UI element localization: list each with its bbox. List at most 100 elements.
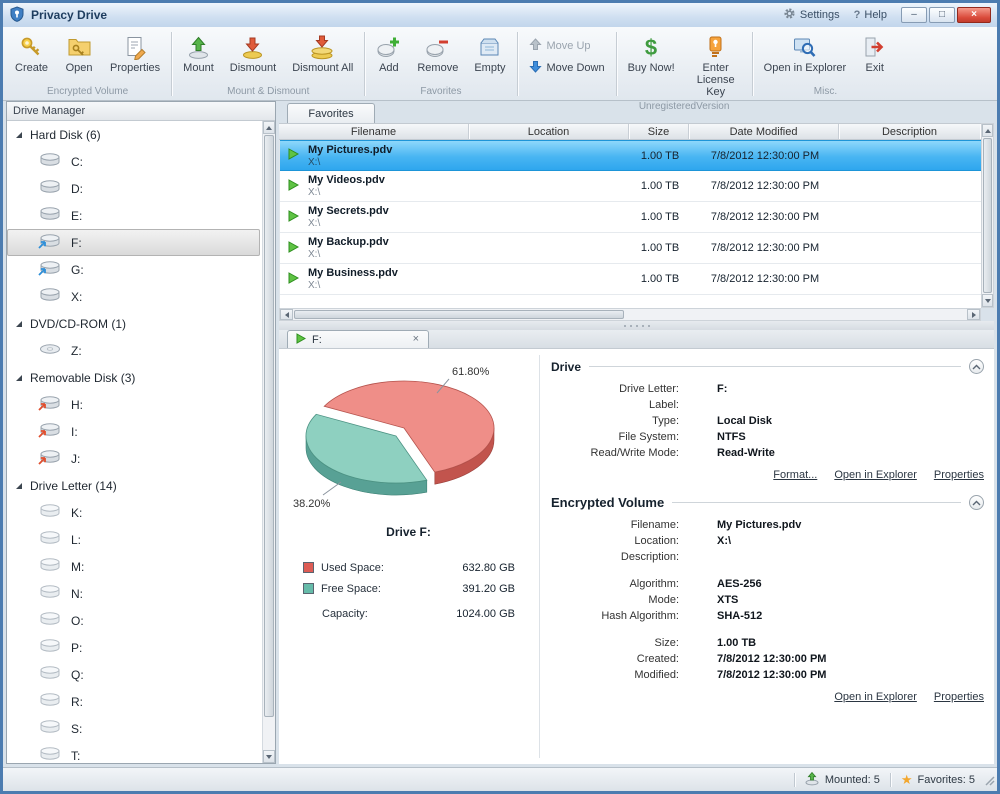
- table-row[interactable]: My Backup.pdv X:\ 1.00 TB 7/8/2012 12:30…: [280, 233, 981, 264]
- tree-item-drive-n[interactable]: N:: [7, 580, 262, 607]
- tree-group-removable[interactable]: Removable Disk (3): [7, 364, 262, 391]
- scroll-right-icon[interactable]: [967, 309, 980, 320]
- open-in-explorer-link[interactable]: Open in Explorer: [834, 691, 917, 703]
- toolbar-separator: [364, 32, 365, 96]
- mounted-hard-disk-icon: [38, 233, 62, 252]
- tree-group-drive-letter[interactable]: Drive Letter (14): [7, 472, 262, 499]
- tree-item-drive-p[interactable]: P:: [7, 634, 262, 661]
- tree-item-drive-e[interactable]: E:: [7, 202, 262, 229]
- create-button[interactable]: Create: [7, 28, 56, 76]
- column-header-date-modified[interactable]: Date Modified: [689, 124, 839, 139]
- scroll-down-icon[interactable]: [982, 294, 993, 307]
- tree-item-drive-f-selected[interactable]: F:: [7, 229, 260, 256]
- field-value: Local Disk: [717, 415, 772, 427]
- tree-item-drive-s[interactable]: S:: [7, 715, 262, 742]
- dismount-button[interactable]: Dismount: [222, 28, 284, 76]
- scroll-up-icon[interactable]: [982, 124, 993, 137]
- tree-item-drive-l[interactable]: L:: [7, 526, 262, 553]
- drive-section-header: Drive: [551, 359, 984, 374]
- close-tab-icon[interactable]: ×: [411, 334, 421, 345]
- scrollbar-thumb[interactable]: [264, 135, 274, 717]
- empty-label: Empty: [474, 62, 505, 74]
- mount-button[interactable]: Mount: [175, 28, 222, 76]
- help-button[interactable]: ? Help: [854, 9, 887, 21]
- tree-item-drive-k[interactable]: K:: [7, 499, 262, 526]
- tree-group-dvd[interactable]: DVD/CD-ROM (1): [7, 310, 262, 337]
- cell-description: [840, 264, 981, 294]
- tree-item-drive-q[interactable]: Q:: [7, 661, 262, 688]
- field-value: F:: [717, 383, 727, 395]
- minimize-button[interactable]: –: [901, 7, 927, 23]
- open-button[interactable]: Open: [56, 28, 102, 76]
- tree-scrollbar[interactable]: [262, 121, 275, 763]
- remove-favorite-button[interactable]: Remove: [409, 28, 466, 76]
- scrollbar-thumb[interactable]: [294, 310, 624, 319]
- table-row-selected[interactable]: My Pictures.pdv X:\ 1.00 TB 7/8/2012 12:…: [280, 140, 981, 171]
- table-row[interactable]: My Secrets.pdv X:\ 1.00 TB 7/8/2012 12:3…: [280, 202, 981, 233]
- column-header-filename[interactable]: Filename: [279, 124, 469, 139]
- tree-item-drive-m[interactable]: M:: [7, 553, 262, 580]
- scroll-up-icon[interactable]: [263, 121, 275, 134]
- table-row[interactable]: My Business.pdv X:\ 1.00 TB 7/8/2012 12:…: [280, 264, 981, 295]
- column-header-location[interactable]: Location: [469, 124, 629, 139]
- tree-item-drive-d[interactable]: D:: [7, 175, 262, 202]
- tree-item-drive-c[interactable]: C:: [7, 148, 262, 175]
- dismount-all-button[interactable]: Dismount All: [284, 28, 361, 76]
- chart-legend: Used Space: 632.80 GB Free Space: 391.20…: [303, 557, 515, 624]
- remove-minus-icon: [425, 34, 450, 60]
- move-down-label: Move Down: [547, 62, 605, 74]
- tab-favorites[interactable]: Favorites: [287, 103, 375, 123]
- scroll-down-icon[interactable]: [263, 750, 275, 763]
- add-favorite-button[interactable]: Add: [368, 28, 409, 76]
- column-header-size[interactable]: Size: [629, 124, 689, 139]
- table-vertical-scrollbar[interactable]: [981, 123, 994, 308]
- open-in-explorer-button[interactable]: Open in Explorer: [756, 28, 855, 76]
- column-header-description[interactable]: Description: [839, 124, 980, 139]
- tree-item-drive-o[interactable]: O:: [7, 607, 262, 634]
- tree-group-hard-disk[interactable]: Hard Disk (6): [7, 121, 262, 148]
- field-label: Mode:: [551, 594, 679, 606]
- tree-item-drive-h[interactable]: H:: [7, 391, 262, 418]
- move-down-button[interactable]: Move Down: [529, 60, 605, 76]
- tree-item-drive-x[interactable]: X:: [7, 283, 262, 310]
- collapse-section-icon[interactable]: [969, 495, 984, 510]
- enter-license-key-button[interactable]: Enter License Key: [683, 28, 749, 100]
- tree-item-drive-j[interactable]: J:: [7, 445, 262, 472]
- properties-button[interactable]: Properties: [102, 28, 168, 76]
- collapse-section-icon[interactable]: [969, 359, 984, 374]
- settings-button[interactable]: Settings: [783, 7, 840, 23]
- properties-link[interactable]: Properties: [934, 691, 984, 703]
- resize-grip[interactable]: [983, 774, 995, 789]
- help-label: Help: [864, 9, 887, 21]
- tab-drive-f[interactable]: F: ×: [287, 330, 429, 348]
- tree-item-drive-i[interactable]: I:: [7, 418, 262, 445]
- toolbar-group-mount-dismount: Mount Dismount Dismount All Mount & Dism…: [175, 28, 361, 100]
- cell-size: 1.00 TB: [630, 264, 690, 294]
- pane-splitter[interactable]: [279, 321, 994, 330]
- table-row[interactable]: My Videos.pdv X:\ 1.00 TB 7/8/2012 12:30…: [280, 171, 981, 202]
- table-horizontal-scrollbar[interactable]: [279, 308, 981, 321]
- tree-item-drive-g[interactable]: G:: [7, 256, 262, 283]
- tree-item-drive-r[interactable]: R:: [7, 688, 262, 715]
- close-button[interactable]: ×: [957, 7, 991, 23]
- move-up-button[interactable]: Move Up: [529, 38, 605, 54]
- scroll-left-icon[interactable]: [280, 309, 293, 320]
- panel-divider: [539, 355, 540, 758]
- drive-label: E:: [71, 209, 82, 223]
- title-bar[interactable]: Privacy Drive Settings ? Help – □ ×: [3, 3, 997, 27]
- empty-favorites-button[interactable]: Empty: [466, 28, 513, 76]
- maximize-button[interactable]: □: [929, 7, 955, 23]
- tree-item-drive-t[interactable]: T:: [7, 742, 262, 763]
- hard-disk-icon: [38, 287, 62, 306]
- window-title: Privacy Drive: [31, 8, 107, 22]
- cell-date-modified: 7/8/2012 12:30:00 PM: [690, 141, 840, 170]
- field-label: Created:: [551, 653, 679, 665]
- open-in-explorer-link[interactable]: Open in Explorer: [834, 469, 917, 481]
- scrollbar-thumb[interactable]: [983, 138, 992, 293]
- properties-link[interactable]: Properties: [934, 469, 984, 481]
- buy-now-button[interactable]: $ Buy Now!: [620, 28, 683, 76]
- used-space-label: Used Space:: [321, 562, 384, 574]
- format-link[interactable]: Format...: [773, 469, 817, 481]
- tree-item-drive-z[interactable]: Z:: [7, 337, 262, 364]
- exit-button[interactable]: Exit: [854, 28, 895, 76]
